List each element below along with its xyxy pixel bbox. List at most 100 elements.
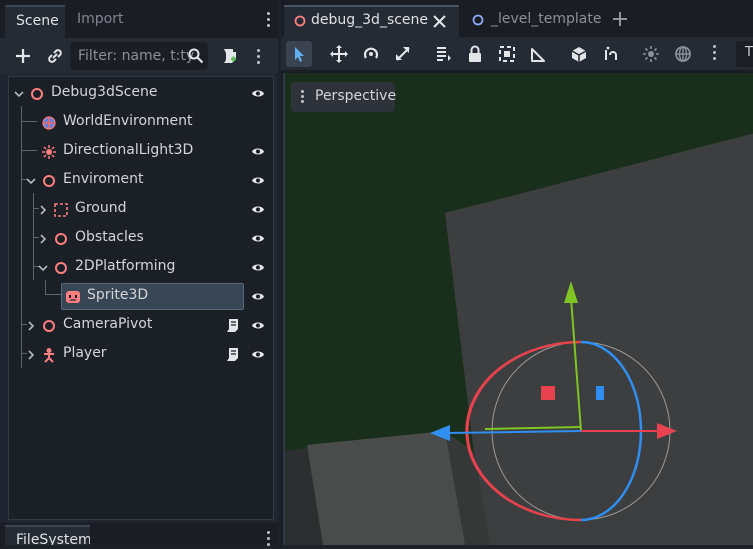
tree-row-enviroment[interactable]: Enviroment <box>9 166 273 195</box>
visibility-eye-icon[interactable] <box>251 88 265 99</box>
lock-button[interactable] <box>462 41 488 67</box>
node3d-icon <box>294 15 306 27</box>
chevron-right-icon[interactable] <box>26 321 36 331</box>
toolbar-overflow-text: T <box>745 45 753 60</box>
tree-row-obstacles[interactable]: Obstacles <box>9 224 273 253</box>
chevron-right-icon[interactable] <box>38 205 48 215</box>
tree-node-label: 2DPlatforming <box>75 258 176 274</box>
tree-row-2dplatforming[interactable]: 2DPlatforming <box>9 253 273 282</box>
tree-node-label: DirectionalLight3D <box>63 142 194 158</box>
visibility-eye-icon[interactable] <box>251 204 265 215</box>
scale-icon <box>396 47 410 61</box>
node3d-icon <box>43 175 55 187</box>
scene-tab-label: _level_template <box>491 11 602 27</box>
node3d-icon <box>43 320 55 332</box>
rotate-icon <box>363 47 379 59</box>
viewport-scene-render <box>285 133 753 545</box>
tab-scene[interactable]: Scene <box>5 5 65 38</box>
tree-node-label: Sprite3D <box>87 287 149 303</box>
visibility-eye-icon[interactable] <box>251 233 265 244</box>
tree-node-label: WorldEnvironment <box>63 113 193 129</box>
visibility-eye-icon[interactable] <box>251 175 265 186</box>
list-select-button[interactable] <box>430 41 456 67</box>
environment-preview-button[interactable] <box>670 41 696 67</box>
attach-script-icon[interactable] <box>220 47 238 65</box>
add-node-icon[interactable] <box>14 47 32 65</box>
tree-node-label: CameraPivot <box>63 316 153 332</box>
add-tab-icon[interactable] <box>612 11 628 27</box>
filesystem-menu-icon[interactable] <box>267 531 271 549</box>
snap-button[interactable] <box>566 41 592 67</box>
scene-tree: Debug3dScene WorldEnvironment Directiona… <box>8 76 274 520</box>
node-icon <box>472 14 484 26</box>
character-icon <box>44 348 54 363</box>
sun-preview-button[interactable] <box>638 41 664 67</box>
select-icon <box>295 47 304 62</box>
scene-menu-icon[interactable] <box>257 49 261 67</box>
chevron-right-icon[interactable] <box>26 350 36 360</box>
tree-node-label: Enviroment <box>63 171 144 187</box>
perspective-label: Perspective <box>315 88 397 104</box>
tree-row-camerapivot[interactable]: CameraPivot <box>9 311 273 340</box>
visibility-eye-icon[interactable] <box>251 349 265 360</box>
filesystem-dock: FileSystem <box>0 523 278 546</box>
local-space-icon <box>605 46 617 60</box>
move-icon <box>330 45 348 63</box>
scene-tab-level-template[interactable]: _level_template <box>462 5 602 37</box>
ruler-button[interactable] <box>526 41 552 67</box>
chevron-down-icon[interactable] <box>26 176 36 186</box>
select-tool-button[interactable] <box>286 41 312 67</box>
visibility-eye-icon[interactable] <box>251 262 265 273</box>
tree-node-label: Obstacles <box>75 229 144 245</box>
tab-filesystem[interactable]: FileSystem <box>5 525 90 545</box>
node3d-icon <box>55 262 67 274</box>
close-icon[interactable] <box>433 15 446 28</box>
gizmo-x-plane-handle[interactable] <box>541 386 555 400</box>
dock-menu-icon[interactable] <box>267 12 271 30</box>
visibility-eye-icon[interactable] <box>251 146 265 157</box>
ruler-icon <box>531 48 545 62</box>
node3d-icon <box>31 88 43 100</box>
tab-import[interactable]: Import <box>77 5 123 38</box>
tree-row-worldenvironment[interactable]: WorldEnvironment <box>9 108 273 137</box>
tree-row-debug3dscene[interactable]: Debug3dScene <box>9 79 273 108</box>
chevron-down-icon[interactable] <box>14 89 24 99</box>
tree-node-label: Ground <box>75 200 127 216</box>
more-icon[interactable] <box>713 45 717 63</box>
3d-viewport[interactable] <box>283 73 753 545</box>
tree-node-label: Debug3dScene <box>51 84 158 100</box>
environment-icon <box>675 46 691 62</box>
dock-tab-bar: Scene Import <box>0 0 278 38</box>
tree-row-sprite3d[interactable]: Sprite3D <box>9 282 273 311</box>
gizmo-z-plane-handle[interactable] <box>596 386 604 400</box>
chevron-down-icon[interactable] <box>38 263 48 273</box>
local-space-button[interactable] <box>598 41 624 67</box>
chevron-right-icon[interactable] <box>38 234 48 244</box>
node3d-icon <box>55 233 67 245</box>
rotate-tool-button[interactable] <box>358 41 384 67</box>
group-button[interactable] <box>494 41 520 67</box>
script-icon[interactable] <box>226 318 240 333</box>
tree-row-player[interactable]: Player <box>9 340 273 369</box>
visibility-eye-icon[interactable] <box>251 320 265 331</box>
tree-row-ground[interactable]: Ground <box>9 195 273 224</box>
visibility-eye-icon[interactable] <box>251 291 265 302</box>
perspective-menu-icon <box>301 90 305 106</box>
list-icon <box>437 47 451 61</box>
toolbar-overflow[interactable]: T <box>736 41 753 67</box>
scale-tool-button[interactable] <box>390 41 416 67</box>
group-icon <box>499 46 515 62</box>
tree-row-directionallight3d[interactable]: DirectionalLight3D <box>9 137 273 166</box>
move-tool-button[interactable] <box>326 41 352 67</box>
gray-block <box>445 133 753 545</box>
perspective-menu-button[interactable]: Perspective <box>291 82 397 112</box>
snap-icon <box>571 47 587 62</box>
lock-icon <box>469 45 481 62</box>
scene-tab-debug-3d-scene[interactable]: debug_3d_scene <box>284 5 459 37</box>
link-icon[interactable] <box>46 47 64 65</box>
tree-node-label: Player <box>63 345 107 361</box>
script-icon[interactable] <box>226 347 240 362</box>
gridmap-icon <box>54 203 68 217</box>
scene-tab-label: debug_3d_scene <box>311 12 429 28</box>
search-icon <box>188 48 204 64</box>
